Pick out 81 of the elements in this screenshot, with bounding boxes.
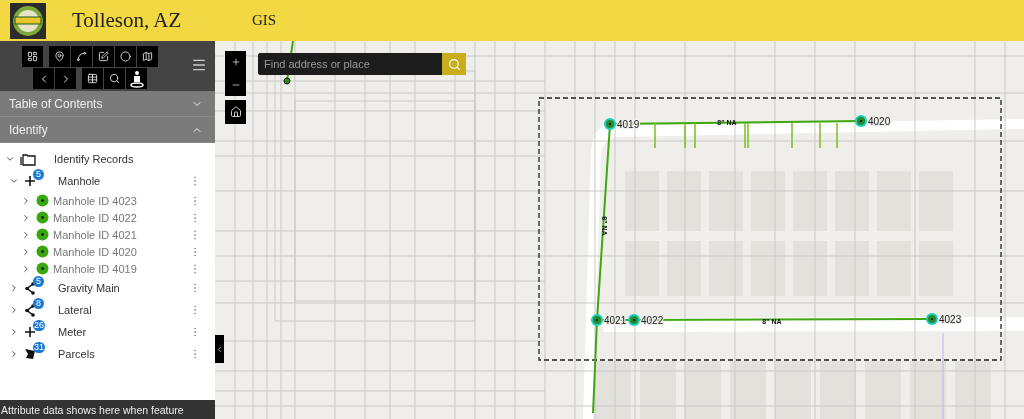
chevron-right-icon (21, 212, 31, 223)
map-icon (142, 51, 153, 62)
record-item[interactable]: Manhole ID 4021 (53, 228, 137, 241)
record-item[interactable]: Manhole ID 4022 (53, 211, 137, 224)
manhole-icon (36, 194, 49, 207)
search-button[interactable] (442, 53, 466, 75)
nodes-icon (24, 303, 37, 317)
manhole-icon (36, 262, 49, 275)
edit-icon (98, 51, 109, 62)
panel-header[interactable]: Identify (0, 117, 215, 143)
plus-icon (24, 326, 36, 338)
manhole-marker (628, 314, 640, 326)
count-badge: 31 (33, 342, 45, 353)
count-badge: 26 (33, 320, 45, 331)
chevron-right-icon (9, 283, 19, 293)
chevron-left-icon (215, 344, 224, 354)
nodes-icon (24, 281, 37, 295)
pin-icon (54, 51, 65, 62)
chevron-right-icon (21, 246, 31, 257)
chevron-right-icon (21, 229, 31, 240)
layout-tool[interactable] (22, 46, 43, 67)
layer-name: Manhole (58, 175, 101, 187)
record-item[interactable]: Manhole ID 4020 (53, 245, 137, 258)
manhole-icon (36, 245, 49, 258)
chevron-right-icon (21, 195, 31, 206)
home-icon (229, 106, 242, 118)
chevron-down-icon (5, 154, 15, 164)
circle-tool[interactable] (115, 46, 136, 67)
search-icon (447, 57, 461, 71)
table-tool[interactable] (82, 68, 103, 89)
pin-tool[interactable] (49, 46, 70, 67)
chevron-right-icon (21, 263, 31, 274)
search-icon (109, 73, 120, 84)
edit-tool[interactable] (93, 46, 114, 67)
record-item[interactable]: Manhole ID 4023 (53, 194, 137, 207)
plus-icon (24, 175, 36, 187)
manhole-marker (283, 77, 291, 85)
manhole-marker (591, 314, 603, 326)
tree-label: Identify Records (54, 153, 134, 165)
manhole-label: 4023 (939, 314, 962, 325)
manhole-icon (36, 228, 49, 241)
menu-button[interactable] (191, 57, 207, 73)
search-tool[interactable] (104, 68, 125, 89)
collapse-handle[interactable] (215, 335, 224, 363)
chevron-down-icon (9, 176, 19, 186)
city-logo (10, 2, 46, 39)
count-badge: 5 (33, 276, 44, 287)
manhole-icon (36, 211, 49, 224)
menu-icon (191, 57, 207, 73)
layer-name: Meter (58, 326, 87, 338)
city-title: Tolleson, AZ (72, 8, 183, 33)
folder-icon (20, 152, 36, 166)
home-button[interactable] (225, 100, 246, 124)
chevron-right-icon (9, 305, 19, 315)
panel-header[interactable]: Table of Contents (0, 91, 215, 117)
layer-name: Gravity Main (58, 282, 120, 294)
layer-name: Parcels (58, 348, 95, 360)
status-bar: Attribute data shows here when feature (0, 400, 215, 419)
identify-tool[interactable] (126, 68, 147, 89)
layer-name: Lateral (58, 304, 92, 316)
circle-icon (120, 51, 131, 62)
person-icon (128, 69, 145, 88)
manhole-marker (926, 313, 938, 325)
manhole-marker (855, 115, 867, 127)
app-title: GIS (252, 12, 277, 29)
manhole-label: 4020 (868, 116, 891, 127)
forward-button[interactable] (55, 68, 76, 89)
polyline-icon (76, 51, 87, 62)
manhole-marker (604, 118, 616, 130)
record-item[interactable]: Manhole ID 4019 (53, 262, 137, 275)
count-badge: 5 (33, 169, 44, 180)
map-tool[interactable] (137, 46, 158, 67)
count-badge: 8 (33, 298, 44, 309)
layout-icon (27, 51, 38, 62)
chevron-right-icon (9, 349, 19, 359)
back-button[interactable] (33, 68, 54, 89)
chevron-right-icon (9, 327, 19, 337)
polygon-icon (24, 348, 36, 360)
table-icon (87, 73, 98, 84)
plus-icon (230, 57, 241, 68)
polyline-tool[interactable] (71, 46, 92, 67)
